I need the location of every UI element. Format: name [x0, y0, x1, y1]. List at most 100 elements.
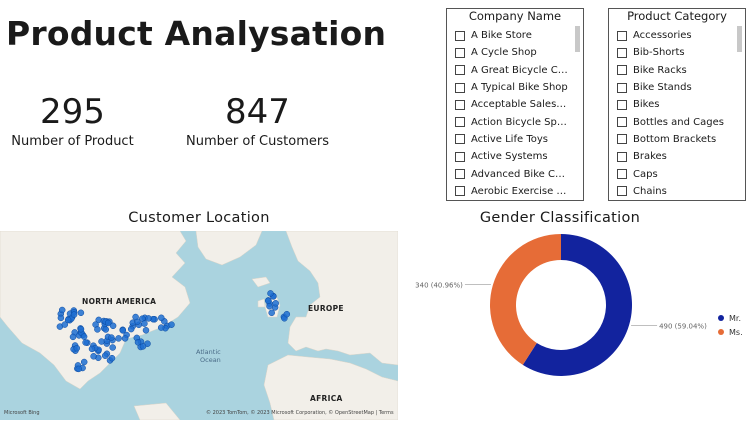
customer-location-dot[interactable]: [69, 333, 77, 341]
customer-location-dot[interactable]: [90, 353, 97, 360]
slicer-item[interactable]: Action Bicycle Specialists: [455, 113, 569, 130]
customer-location-dot[interactable]: [168, 321, 175, 328]
slicer-item[interactable]: Bottom Brackets: [617, 131, 731, 148]
slicer-item-label: A Great Bicycle Company: [471, 64, 569, 76]
customer-location-dot[interactable]: [157, 324, 165, 331]
customer-location-dot[interactable]: [109, 322, 117, 330]
customer-location-dot[interactable]: [98, 338, 105, 345]
checkbox-icon[interactable]: [455, 134, 465, 145]
checkbox-icon[interactable]: [617, 30, 627, 41]
customer-location-map[interactable]: NORTH AMERICA EUROPE AFRICA Atlantic Oce…: [0, 231, 398, 420]
customer-location-dot[interactable]: [73, 344, 81, 352]
customer-location-dot[interactable]: [102, 326, 110, 333]
checkbox-icon[interactable]: [617, 186, 627, 197]
legend-item[interactable]: Ms.: [718, 325, 743, 339]
checkbox-icon[interactable]: [455, 169, 465, 180]
map-label-ocean: Atlantic: [196, 348, 221, 356]
customer-location-dot[interactable]: [64, 316, 72, 324]
checkbox-icon[interactable]: [617, 134, 627, 145]
customer-location-dot[interactable]: [88, 345, 96, 353]
slicer-item-label: Bottom Brackets: [633, 133, 717, 145]
map-attribution[interactable]: © 2023 TomTom, © 2023 Microsoft Corporat…: [206, 409, 394, 416]
customer-location-dot[interactable]: [108, 334, 115, 341]
customer-location-dot[interactable]: [70, 311, 78, 318]
customer-location-dot[interactable]: [145, 315, 152, 322]
slicer-item[interactable]: Acceptable Sales & Servi...: [455, 96, 569, 113]
donut-slice[interactable]: [490, 234, 561, 365]
slicer-item[interactable]: Accessories: [617, 27, 731, 44]
slicer-scrollbar[interactable]: [737, 26, 742, 52]
land-shape: [0, 231, 191, 390]
checkbox-icon[interactable]: [455, 30, 465, 41]
customer-location-dot[interactable]: [57, 314, 65, 322]
checkbox-icon[interactable]: [617, 47, 627, 58]
legend-item[interactable]: Mr.: [718, 311, 743, 325]
slicer-item[interactable]: Bike Stands: [617, 79, 731, 96]
checkbox-icon[interactable]: [617, 169, 627, 180]
customer-location-dot[interactable]: [132, 313, 139, 321]
customer-location-dot[interactable]: [134, 339, 142, 346]
slicer-item[interactable]: A Typical Bike Shop: [455, 79, 569, 96]
customer-location-dot[interactable]: [109, 344, 116, 351]
slicer-scrollbar[interactable]: [575, 26, 580, 52]
customer-location-dot[interactable]: [139, 343, 147, 350]
checkbox-icon[interactable]: [617, 65, 627, 76]
checkbox-icon[interactable]: [617, 117, 627, 128]
page-title: Product Analysation: [6, 14, 387, 53]
customer-location-dot[interactable]: [272, 300, 279, 307]
customer-location-dot[interactable]: [265, 297, 272, 305]
map-canvas[interactable]: NORTH AMERICA EUROPE AFRICA Atlantic Oce…: [0, 231, 398, 420]
slicer-item[interactable]: Bike Racks: [617, 62, 731, 79]
slicer-item[interactable]: Bottles and Cages: [617, 113, 731, 130]
customer-location-dot[interactable]: [101, 352, 109, 359]
slicer-item[interactable]: A Great Bicycle Company: [455, 62, 569, 79]
slicer-item[interactable]: Chains: [617, 183, 731, 200]
customer-location-dot[interactable]: [266, 302, 273, 310]
product-category-slicer[interactable]: Product Category Accessories Bib-Shorts Bi…: [608, 8, 746, 201]
customer-location-dot[interactable]: [115, 335, 122, 342]
customer-location-dot[interactable]: [127, 325, 135, 333]
customer-location-dot[interactable]: [121, 335, 129, 342]
slicer-item[interactable]: Caps: [617, 165, 731, 182]
checkbox-icon[interactable]: [455, 186, 465, 197]
map-label-europe: EUROPE: [308, 304, 344, 313]
customer-location-dot[interactable]: [108, 354, 116, 362]
customer-location-dot[interactable]: [58, 306, 66, 314]
slicer-item[interactable]: Active Life Toys: [455, 131, 569, 148]
checkbox-icon[interactable]: [617, 151, 627, 162]
checkbox-icon[interactable]: [455, 82, 465, 93]
customer-location-dot[interactable]: [267, 290, 274, 297]
company-name-slicer[interactable]: Company Name A Bike Store A Cycle Shop A G…: [446, 8, 584, 201]
customer-location-dot[interactable]: [268, 309, 275, 317]
customer-location-dot[interactable]: [80, 333, 88, 340]
slicer-item[interactable]: Bib-Shorts: [617, 44, 731, 61]
checkbox-icon[interactable]: [455, 47, 465, 58]
customer-location-dot[interactable]: [75, 365, 82, 373]
customer-location-dot[interactable]: [82, 339, 89, 346]
customer-location-dot[interactable]: [80, 358, 88, 366]
checkbox-icon[interactable]: [455, 99, 465, 110]
customer-location-dot[interactable]: [77, 309, 85, 317]
checkbox-icon[interactable]: [617, 82, 627, 93]
checkbox-icon[interactable]: [455, 65, 465, 76]
customer-location-dot[interactable]: [158, 314, 165, 322]
legend-label: Mr.: [729, 313, 741, 323]
customer-location-dot[interactable]: [94, 326, 101, 333]
checkbox-icon[interactable]: [455, 151, 465, 162]
slicer-item[interactable]: Active Systems: [455, 148, 569, 165]
donut-slices[interactable]: [490, 234, 632, 376]
customer-location-dot[interactable]: [77, 325, 85, 333]
slicer-item[interactable]: A Cycle Shop: [455, 44, 569, 61]
slicer-item[interactable]: Brakes: [617, 148, 731, 165]
slicer-item[interactable]: Bikes: [617, 96, 731, 113]
customer-location-dot[interactable]: [141, 320, 148, 327]
legend-label: Ms.: [729, 327, 743, 337]
customer-location-dot[interactable]: [142, 327, 150, 334]
checkbox-icon[interactable]: [617, 99, 627, 110]
checkbox-icon[interactable]: [455, 117, 465, 128]
slicer-item[interactable]: A Bike Store: [455, 27, 569, 44]
gender-donut-chart[interactable]: 490 (59.04%) 340 (40.96%): [400, 232, 753, 422]
customer-location-dot[interactable]: [283, 310, 291, 318]
slicer-item[interactable]: Aerobic Exercise Company: [455, 183, 569, 200]
slicer-item[interactable]: Advanced Bike Compon...: [455, 165, 569, 182]
